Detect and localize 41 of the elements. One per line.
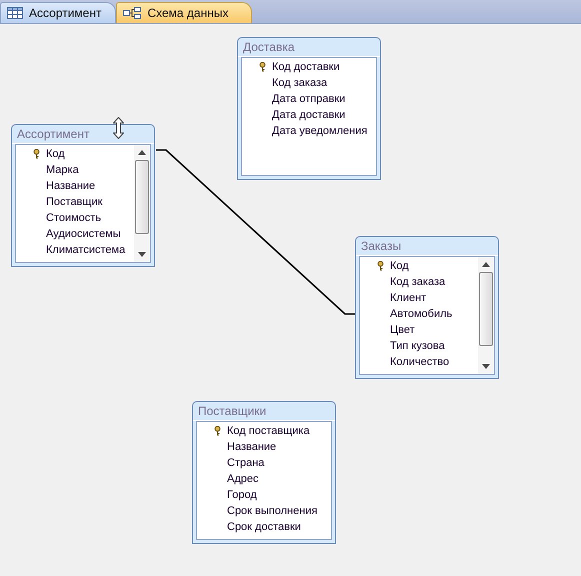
scrollbar[interactable] (478, 257, 494, 374)
table-window[interactable]: Ассортимент Код Марка Название Поставщик Стоимость Аудиосистемы Климатсистема (11, 124, 155, 267)
field-name[interactable]: Срок выполнения (227, 505, 318, 517)
scroll-up-icon[interactable] (482, 262, 490, 267)
field-name[interactable]: Название (227, 441, 276, 453)
table-window[interactable]: Поставщики Код поставщика Название Страна Адрес Город Срок выполнения Срок доставки (192, 401, 336, 544)
field-name[interactable]: Клиент (390, 292, 426, 304)
resize-cursor-icon (113, 117, 124, 139)
table-window[interactable]: Заказы Код Код заказа Клиент Автомобиль Цвет Тип кузова Количество (355, 236, 499, 379)
field-name[interactable]: Аудиосистемы (46, 228, 121, 240)
tab[interactable]: Ассортимент (0, 2, 116, 23)
field-name[interactable]: Марка (46, 164, 79, 176)
relationships-icon (123, 7, 142, 19)
field-name[interactable]: Климатсистема (46, 244, 126, 256)
field-name[interactable]: Поставщик (46, 196, 102, 208)
field-name[interactable]: Код доставки (272, 61, 340, 73)
scrollbar[interactable] (134, 145, 150, 262)
scroll-down-icon[interactable] (482, 364, 490, 369)
scroll-down-icon[interactable] (138, 252, 146, 257)
field-name[interactable]: Цвет (390, 324, 415, 336)
field-name[interactable]: Дата отправки (272, 93, 346, 105)
field-name[interactable]: Код заказа (390, 276, 446, 288)
field-name[interactable]: Тип кузова (390, 340, 445, 352)
scroll-up-icon[interactable] (138, 150, 146, 155)
field-name[interactable]: Код (390, 260, 409, 272)
field-name[interactable]: Срок доставки (227, 521, 301, 533)
field-name[interactable]: Автомобиль (390, 308, 452, 320)
field-name[interactable]: Адрес (227, 473, 258, 485)
field-name[interactable]: Стоимость (46, 212, 102, 224)
field-name[interactable]: Код (46, 148, 65, 160)
field-name[interactable]: Количество (390, 356, 450, 368)
field-name[interactable]: Город (227, 489, 257, 501)
field-name[interactable]: Код поставщика (227, 425, 310, 437)
table-icon (7, 7, 23, 19)
tab[interactable]: Схема данных (116, 2, 252, 23)
table-window[interactable]: Доставка Код доставки Код заказа Дата отправки Дата доставки Дата уведомления (237, 37, 381, 180)
field-name[interactable]: Название (46, 180, 96, 192)
field-name[interactable]: Дата доставки (272, 109, 346, 121)
field-name[interactable]: Дата уведомления (272, 125, 368, 137)
field-name[interactable]: Код заказа (272, 77, 328, 89)
field-name[interactable]: Страна (227, 457, 264, 469)
